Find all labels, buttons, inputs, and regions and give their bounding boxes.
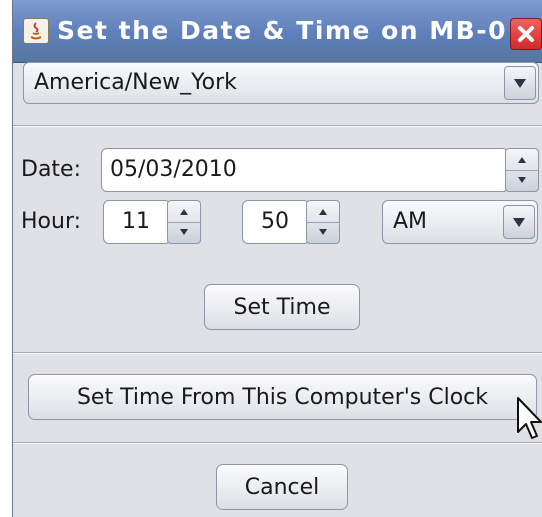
- separator-top: [13, 125, 542, 127]
- hour-label: Hour:: [21, 209, 82, 234]
- chevron-down-icon: [180, 229, 188, 235]
- minute-field[interactable]: 50: [242, 200, 310, 244]
- hour-value: 11: [122, 209, 150, 234]
- separator-middle: [13, 352, 542, 354]
- java-icon: [23, 18, 49, 44]
- hour-spinner-down[interactable]: [168, 222, 200, 243]
- chevron-up-icon: [319, 209, 327, 215]
- set-time-button[interactable]: Set Time: [204, 284, 360, 330]
- window-title: Set the Date & Time on MB-00: [57, 16, 507, 45]
- set-from-computer-button[interactable]: Set Time From This Computer's Clock: [28, 374, 537, 420]
- chevron-up-icon: [180, 209, 188, 215]
- chevron-down-icon: [514, 79, 526, 88]
- date-spinner-down[interactable]: [506, 170, 538, 191]
- chevron-down-icon: [513, 218, 525, 227]
- timezone-select[interactable]: America/New_York: [23, 62, 539, 104]
- chevron-up-icon: [518, 157, 526, 163]
- set-date-time-dialog: Set the Date & Time on MB-00 America/New…: [12, 0, 542, 517]
- set-from-computer-label: Set Time From This Computer's Clock: [76, 384, 489, 410]
- date-spinner-up[interactable]: [506, 149, 538, 171]
- cancel-button[interactable]: Cancel: [216, 464, 348, 510]
- separator-bottom: [13, 442, 542, 444]
- hour-spinner-up[interactable]: [168, 201, 200, 223]
- date-field[interactable]: 05/03/2010: [101, 148, 509, 192]
- date-value: 05/03/2010: [110, 157, 237, 182]
- timezone-dropdown-arrow[interactable]: [504, 66, 536, 100]
- set-time-label: Set Time: [233, 294, 331, 320]
- mouse-pointer-icon: [516, 396, 542, 444]
- ampm-select[interactable]: AM: [382, 200, 538, 244]
- hour-spinner[interactable]: [167, 200, 201, 244]
- close-icon[interactable]: [510, 18, 542, 50]
- minute-spinner-up[interactable]: [307, 201, 339, 223]
- hour-field[interactable]: 11: [103, 200, 171, 244]
- title-bar[interactable]: Set the Date & Time on MB-00: [13, 0, 542, 63]
- date-label: Date:: [21, 157, 81, 182]
- minute-spinner-down[interactable]: [307, 222, 339, 243]
- timezone-value: America/New_York: [34, 70, 237, 95]
- chevron-down-icon: [518, 177, 526, 183]
- cancel-label: Cancel: [244, 474, 320, 500]
- ampm-value: AM: [393, 209, 428, 234]
- minute-value: 50: [261, 209, 289, 234]
- chevron-down-icon: [319, 229, 327, 235]
- date-spinner[interactable]: [505, 148, 539, 192]
- ampm-dropdown-arrow[interactable]: [503, 205, 535, 239]
- minute-spinner[interactable]: [306, 200, 340, 244]
